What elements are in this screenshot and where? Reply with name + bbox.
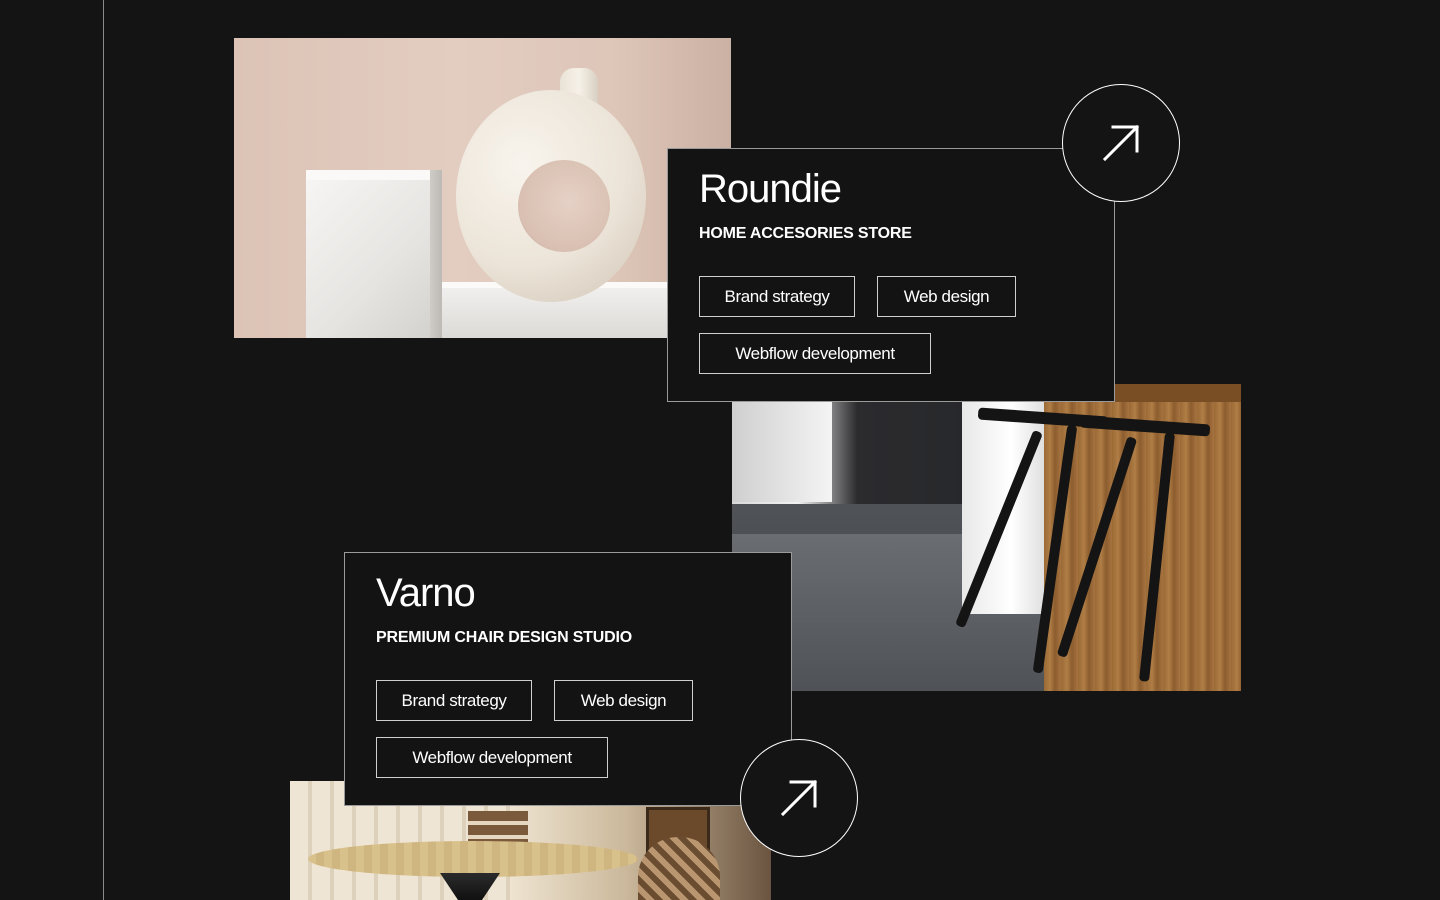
project-subtitle: PREMIUM CHAIR DESIGN STUDIO — [376, 629, 632, 646]
roundie-project-image[interactable] — [234, 38, 731, 338]
project-title: Varno — [376, 571, 476, 615]
donut-vase-hole — [518, 160, 610, 252]
service-tag: Webflow development — [376, 737, 608, 778]
open-project-roundie-button[interactable] — [1062, 84, 1180, 202]
service-tag: Web design — [877, 276, 1016, 317]
arrow-up-right-icon — [780, 779, 818, 817]
project-title: Roundie — [699, 167, 842, 211]
project-card-varno[interactable]: Varno PREMIUM CHAIR DESIGN STUDIO Brand … — [344, 552, 792, 806]
round-tabletop — [308, 841, 638, 877]
marble-cube — [306, 170, 442, 338]
open-project-varno-button[interactable] — [740, 739, 858, 857]
marble-cube-top — [306, 170, 442, 180]
project-subtitle: HOME ACCESORIES STORE — [699, 225, 912, 242]
arrow-up-right-icon — [1102, 124, 1140, 162]
service-tag: Webflow development — [699, 333, 931, 374]
service-tag: Web design — [554, 680, 693, 721]
project-card-roundie[interactable]: Roundie HOME ACCESORIES STORE Brand stra… — [667, 148, 1115, 402]
service-tag: Brand strategy — [376, 680, 532, 721]
marble-cube-side — [430, 170, 442, 338]
varno-project-image[interactable] — [732, 384, 1241, 691]
service-tag: Brand strategy — [699, 276, 855, 317]
left-rail-divider — [103, 0, 104, 900]
